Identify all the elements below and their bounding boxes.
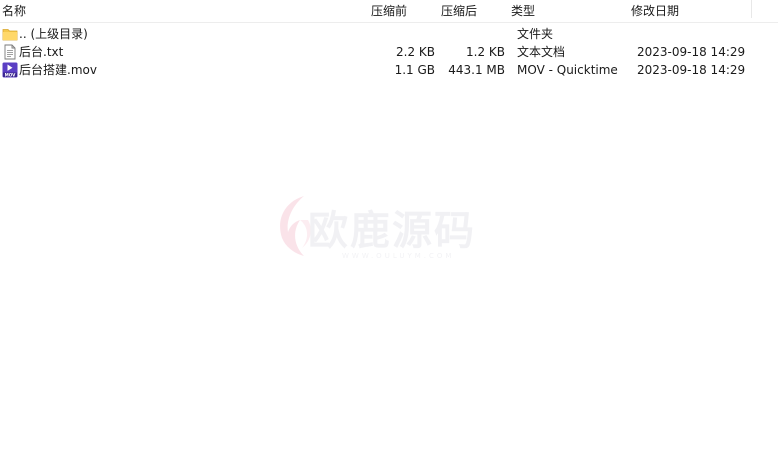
column-header-size[interactable]: 压缩后 bbox=[441, 3, 477, 19]
file-row[interactable]: MOV 后台搭建.mov 1.1 GB 443.1 MB MOV - Quick… bbox=[0, 61, 778, 79]
svg-text:MOV: MOV bbox=[5, 72, 17, 77]
file-packed-size: 1.1 GB bbox=[394, 63, 435, 77]
file-size: 1.2 KB bbox=[466, 45, 505, 59]
file-name: .. (上级目录) bbox=[19, 27, 88, 41]
file-modified: 2023-09-18 14:29 bbox=[637, 45, 746, 59]
watermark-subtext: WWW.OULUYM.COM bbox=[342, 252, 455, 260]
file-modified: 2023-09-18 14:29 bbox=[637, 63, 746, 77]
watermark-text: 欧鹿源码 bbox=[308, 208, 476, 254]
text-file-icon bbox=[2, 44, 18, 60]
folder-icon bbox=[2, 26, 18, 42]
mov-file-icon: MOV bbox=[2, 62, 18, 78]
file-size: 443.1 MB bbox=[448, 63, 505, 77]
file-size bbox=[440, 26, 505, 42]
column-header-modified[interactable]: 修改日期 bbox=[631, 3, 679, 19]
watermark: 欧鹿源码 WWW.OULUYM.COM bbox=[274, 190, 514, 270]
watermark-logo-icon bbox=[280, 196, 311, 256]
column-header-bar: 名称 压缩前 压缩后 类型 修改日期 bbox=[0, 0, 778, 23]
file-type: MOV - Quicktime bbox=[517, 63, 618, 77]
file-row-parent-directory[interactable]: .. (上级目录) 文件夹 bbox=[0, 25, 778, 43]
column-header-packed-size[interactable]: 压缩前 bbox=[371, 3, 407, 19]
file-name: 后台.txt bbox=[19, 45, 64, 59]
file-row[interactable]: 后台.txt 2.2 KB 1.2 KB 文本文档 2023-09-18 14:… bbox=[0, 43, 778, 61]
column-header-name[interactable]: 名称 bbox=[2, 3, 26, 19]
archive-file-list: 名称 压缩前 压缩后 类型 修改日期 .. (上级目录) 文件夹 后台.txt … bbox=[0, 0, 778, 452]
column-separator[interactable] bbox=[751, 0, 752, 18]
file-name: 后台搭建.mov bbox=[19, 63, 97, 77]
file-type: 文件夹 bbox=[517, 27, 554, 41]
file-modified bbox=[637, 26, 767, 42]
file-packed-size: 2.2 KB bbox=[396, 45, 435, 59]
column-header-type[interactable]: 类型 bbox=[511, 3, 535, 19]
file-type: 文本文档 bbox=[517, 45, 566, 59]
file-packed-size bbox=[360, 26, 435, 42]
